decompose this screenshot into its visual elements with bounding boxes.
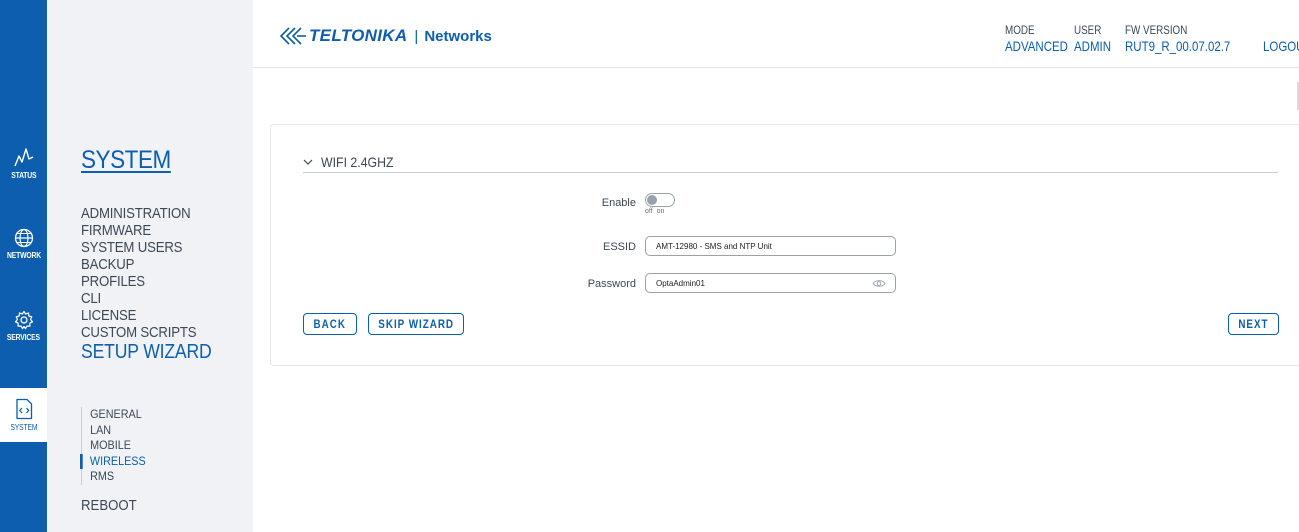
essid-input[interactable] [645,236,896,256]
chevron-down-icon [303,159,313,165]
sidebar-item-reboot[interactable]: REBOOT [81,497,137,514]
mode-info: MODE ADVANCED [1005,23,1068,55]
wizard-card: WIFI 2.4GHZ Enable offon ESSID Password … [270,124,1299,366]
submenu-item-mobile[interactable]: MOBILE [82,438,146,454]
user-label: USER [1074,23,1102,37]
skip-wizard-button-label: SKIP WIZARD [378,317,454,331]
setup-wizard-submenu: GENERAL LAN MOBILE WIRELESS RMS [80,407,153,485]
fw-version-value[interactable]: RUT9_R_00.07.02.7 [1125,37,1230,55]
back-button[interactable]: BACK [303,313,357,335]
skip-wizard-button[interactable]: SKIP WIZARD [368,313,464,335]
toggle-knob [647,195,657,205]
back-button-label: BACK [313,317,347,331]
mode-value[interactable]: ADVANCED [1005,37,1068,55]
sidebar-item-custom-scripts[interactable]: CUSTOM SCRIPTS [81,324,212,341]
toggle-state-labels: off on [645,208,668,215]
user-info: USER ADMIN [1074,23,1111,55]
logout-button[interactable]: LOGOUT [1263,38,1299,54]
sidebar-item-backup[interactable]: BACKUP [81,256,212,273]
sidebar-item-cli[interactable]: CLI [81,290,212,307]
submenu-item-general[interactable]: GENERAL [82,407,146,423]
password-input[interactable] [645,273,896,293]
toggle-off-label: off [645,208,653,215]
fw-version-label: FW VERSION [1125,23,1188,37]
top-header: TELTONIKA | Networks MODE ADVANCED USER … [253,0,1299,68]
teltonika-logo[interactable]: TELTONIKA | Networks [277,26,492,46]
sidebar-item-license[interactable]: LICENSE [81,307,212,324]
submenu-item-rms[interactable]: RMS [82,469,146,485]
submenu-item-lan[interactable]: LAN [82,423,146,439]
rail-label-services: SERVICES [7,332,40,342]
globe-icon [14,228,33,247]
icon-rail: STATUS NETWORK SERVICES SYSTEM [0,0,47,532]
enable-toggle[interactable] [645,193,675,207]
sidebar-item-administration[interactable]: ADMINISTRATION [81,205,212,222]
rail-label-status: STATUS [10,170,37,180]
essid-label: ESSID [602,241,636,253]
code-icon [15,398,32,420]
sidebar-item-system-users[interactable]: SYSTEM USERS [81,239,212,256]
wifi-section-title: WIFI 2.4GHZ [321,153,394,170]
password-label: Password [587,278,636,290]
next-button-label: NEXT [1238,317,1269,331]
logout-label: LOGOUT [1263,38,1299,54]
logo-product-text: Networks [424,27,492,45]
gear-icon [14,310,33,329]
sidebar-title[interactable]: SYSTEM [81,146,171,175]
status-icon [13,147,33,166]
show-password-eye-icon[interactable] [872,279,886,288]
system-sidebar: SYSTEM ADMINISTRATION FIRMWARE SYSTEM US… [47,0,253,532]
enable-label: Enable [601,197,636,209]
logo-brand-text: TELTONIKA [309,26,408,45]
rail-item-services[interactable]: SERVICES [0,297,47,354]
mode-label: MODE [1005,23,1035,37]
sidebar-menu: ADMINISTRATION FIRMWARE SYSTEM USERS BAC… [81,205,229,363]
rail-item-system[interactable]: SYSTEM [0,388,47,442]
rail-item-status[interactable]: STATUS [0,134,47,191]
sidebar-item-setup-wizard[interactable]: SETUP WIZARD [81,341,212,363]
fw-info: FW VERSION RUT9_R_00.07.02.7 [1125,23,1230,55]
rail-item-network[interactable]: NETWORK [0,215,47,272]
rail-label-network: NETWORK [6,250,41,260]
sidebar-item-profiles[interactable]: PROFILES [81,273,212,290]
submenu-item-wireless[interactable]: WIRELESS [80,453,146,469]
wifi-section-header[interactable]: WIFI 2.4GHZ [303,151,1278,173]
user-value[interactable]: ADMIN [1074,37,1111,55]
teltonika-logo-icon [279,27,306,45]
rail-label-system: SYSTEM [10,423,37,432]
next-button[interactable]: NEXT [1228,313,1279,335]
sidebar-item-firmware[interactable]: FIRMWARE [81,222,212,239]
logo-separator: | [414,27,419,45]
toggle-on-label: on [656,208,665,215]
